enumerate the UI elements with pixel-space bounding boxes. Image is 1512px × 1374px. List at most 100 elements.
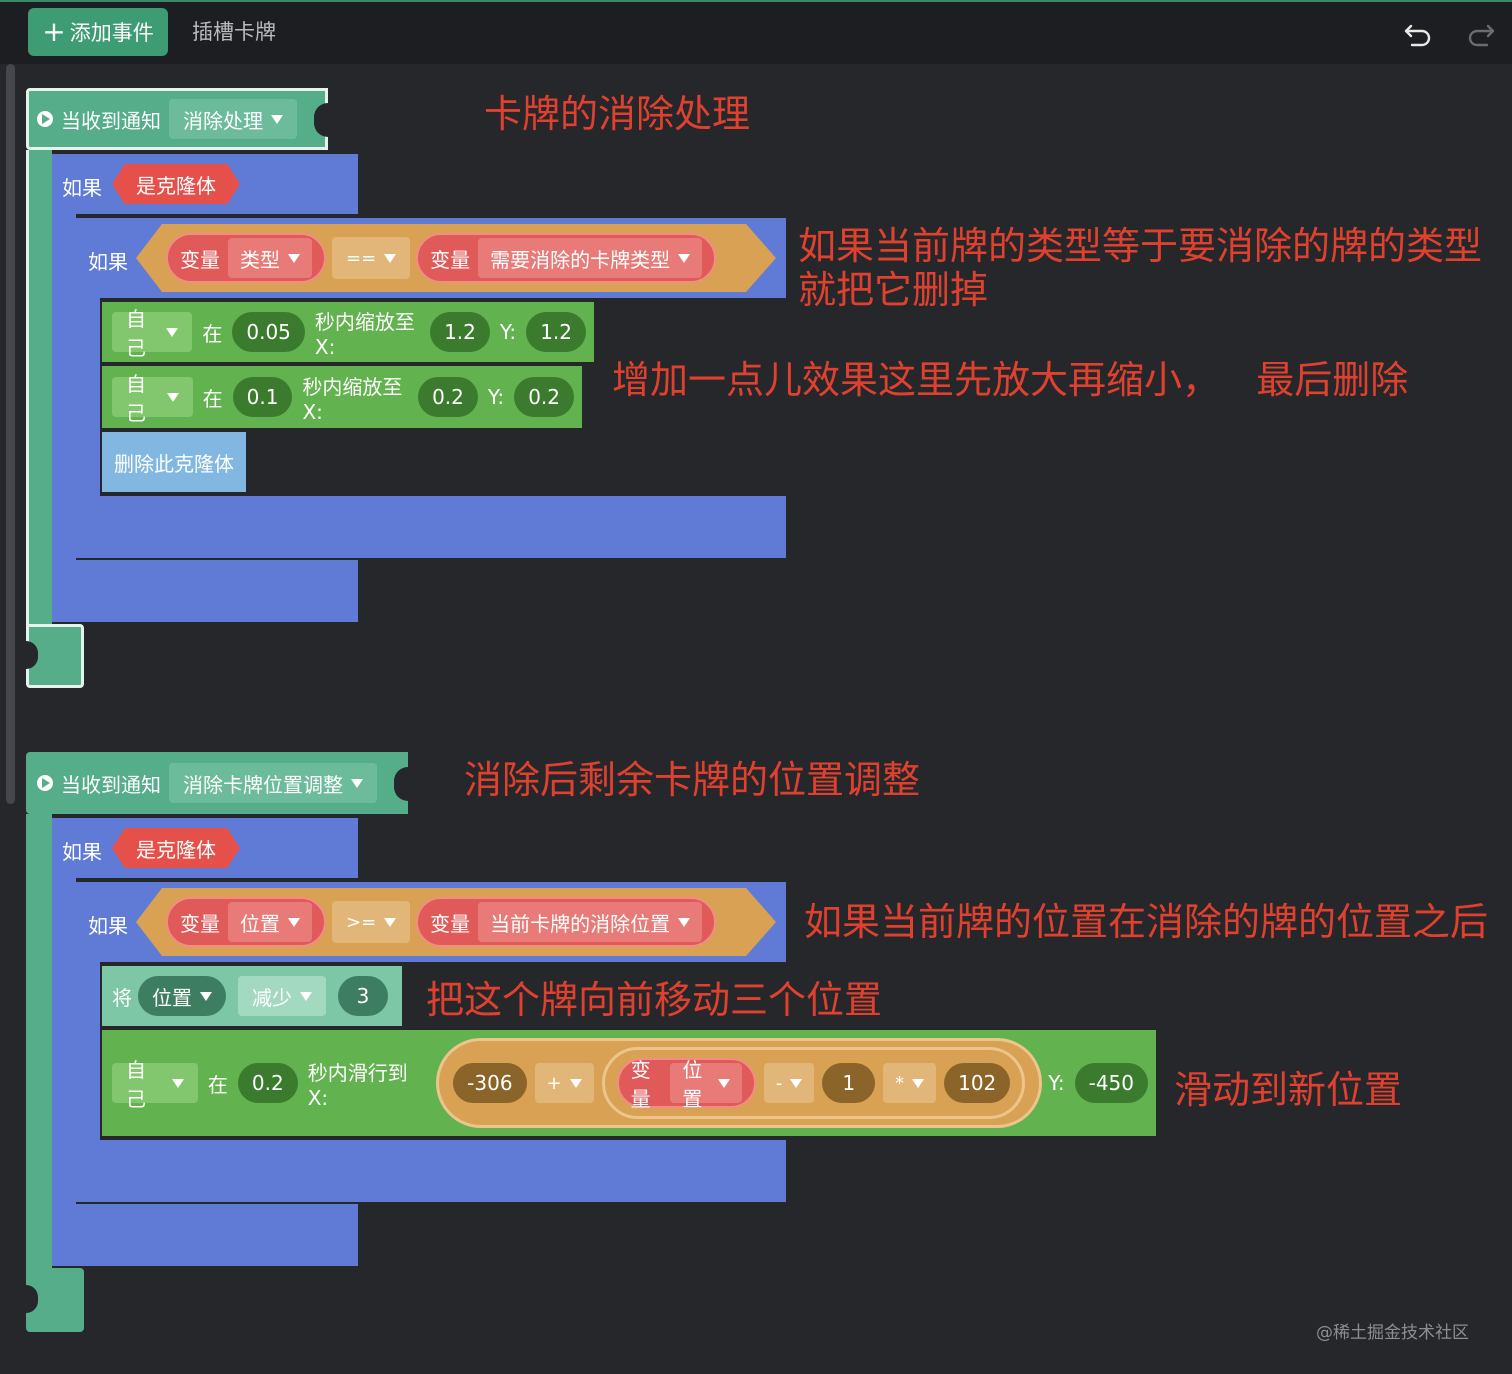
scale-block-1[interactable]: 自己 在 0.05 秒内缩放至X: 1.2 Y: 1.2 bbox=[102, 302, 594, 362]
target-value: 自己 bbox=[126, 372, 146, 425]
glide-block[interactable]: 自己 在 0.2 秒内滑行到 X: -306 + 变量 位置 - 1 * 102… bbox=[102, 1030, 1156, 1136]
event-hat-block-2[interactable]: 当收到通知 消除卡牌位置调整 bbox=[26, 752, 408, 814]
target-value: 自己 bbox=[126, 307, 146, 360]
plus-icon: + bbox=[42, 15, 66, 48]
in-label: 在 bbox=[207, 1072, 228, 1097]
undo-icon[interactable] bbox=[1402, 16, 1434, 48]
glide-label: 秒内滑行到 X: bbox=[307, 1060, 408, 1110]
is-clone-condition[interactable]: 是克隆体 bbox=[112, 828, 240, 868]
dropdown-arrow-icon bbox=[351, 778, 363, 788]
variable-dropdown[interactable]: 类型 bbox=[228, 238, 312, 278]
if-label: 如果 bbox=[88, 250, 128, 274]
if-inner-footer-2 bbox=[76, 1140, 786, 1202]
target-dropdown[interactable]: 自己 bbox=[112, 1058, 198, 1111]
scale-y-input[interactable]: 0.2 bbox=[514, 377, 574, 417]
if-block-inner-2[interactable]: 如果 变量 位置 >= 变量 当前卡牌的消除位置 bbox=[76, 882, 786, 962]
operator-dropdown[interactable]: == bbox=[332, 237, 410, 279]
hat-label: 当收到通知 bbox=[61, 772, 161, 797]
scale-x-input[interactable]: 0.2 bbox=[418, 377, 478, 417]
compare-condition[interactable]: 变量 类型 == 变量 需要消除的卡牌类型 bbox=[136, 224, 776, 292]
if-outer-rail-1 bbox=[52, 214, 76, 560]
workspace-scrollbar[interactable] bbox=[6, 64, 15, 804]
operator-dropdown[interactable]: >= bbox=[332, 901, 410, 943]
event-rail-2 bbox=[26, 814, 52, 1270]
event-cap-2 bbox=[26, 1268, 84, 1332]
change-amount-input[interactable]: 3 bbox=[338, 976, 388, 1016]
variable-name: 位置 bbox=[240, 911, 280, 936]
variable-label: 变量 bbox=[430, 247, 471, 272]
if-block-outer-2[interactable]: 如果 是克隆体 bbox=[52, 818, 358, 878]
times-value-input[interactable]: 102 bbox=[944, 1063, 1011, 1103]
scale-label: 秒内缩放至X: bbox=[314, 309, 415, 359]
variable-reporter[interactable]: 变量 类型 bbox=[166, 233, 326, 283]
variable-name: 当前卡牌的消除位置 bbox=[490, 911, 671, 936]
redo-icon[interactable] bbox=[1465, 16, 1497, 48]
notification-dropdown[interactable]: 消除卡牌位置调整 bbox=[169, 763, 377, 803]
plus-operator-dropdown[interactable]: + bbox=[534, 1063, 594, 1103]
event-hat-block-1[interactable]: 当收到通知 消除处理 bbox=[26, 88, 328, 150]
times-operator-dropdown[interactable]: * bbox=[883, 1063, 937, 1103]
change-op-dropdown[interactable]: 减少 bbox=[238, 976, 326, 1016]
play-icon bbox=[37, 775, 53, 791]
if-label: 如果 bbox=[62, 176, 102, 200]
compare-condition[interactable]: 变量 位置 >= 变量 当前卡牌的消除位置 bbox=[136, 888, 776, 956]
hat-notch bbox=[314, 103, 328, 137]
glide-y-input[interactable]: -450 bbox=[1074, 1063, 1148, 1103]
watermark: @稀土掘金技术社区 bbox=[1316, 1323, 1469, 1343]
dropdown-arrow-icon bbox=[569, 1078, 582, 1088]
dropdown-arrow-icon bbox=[171, 1078, 184, 1088]
variable-label: 变量 bbox=[430, 911, 471, 936]
if-label: 如果 bbox=[62, 840, 102, 864]
scale-x-input[interactable]: 1.2 bbox=[430, 312, 490, 352]
variable-label: 变量 bbox=[630, 1058, 651, 1111]
minus-value-input[interactable]: 1 bbox=[822, 1063, 876, 1103]
annotation-position-adjust: 消除后剩余卡牌的位置调整 bbox=[464, 758, 921, 802]
x-base-input[interactable]: -306 bbox=[453, 1063, 527, 1103]
variable-reporter[interactable]: 变量 位置 bbox=[616, 1058, 756, 1111]
if-block-outer-1[interactable]: 如果 是克隆体 bbox=[52, 154, 358, 214]
time-input[interactable]: 0.05 bbox=[232, 312, 305, 352]
annotation-type-match: 如果当前牌的类型等于要消除的牌的类型 bbox=[798, 224, 1483, 268]
tab-slot-card[interactable]: 插槽卡牌 bbox=[192, 16, 276, 46]
variable-reporter[interactable]: 变量 需要消除的卡牌类型 bbox=[416, 233, 716, 283]
is-clone-label: 是克隆体 bbox=[136, 173, 216, 198]
time-input[interactable]: 0.2 bbox=[237, 1063, 298, 1103]
change-variable-block[interactable]: 将 位置 减少 3 bbox=[102, 966, 402, 1026]
annotation-move-forward: 把这个牌向前移动三个位置 bbox=[426, 978, 883, 1022]
scale-block-2[interactable]: 自己 在 0.1 秒内缩放至X: 0.2 Y: 0.2 bbox=[102, 366, 582, 428]
event-cap-1 bbox=[26, 624, 84, 688]
add-event-button[interactable]: + 添加事件 bbox=[28, 8, 168, 56]
in-label: 在 bbox=[202, 321, 223, 346]
is-clone-condition[interactable]: 是克隆体 bbox=[112, 164, 240, 204]
dropdown-arrow-icon bbox=[384, 254, 396, 263]
dropdown-arrow-icon bbox=[790, 1078, 803, 1088]
hat-notch bbox=[394, 767, 408, 801]
variable-name: 位置 bbox=[152, 985, 192, 1010]
operator-value: == bbox=[346, 247, 377, 269]
variable-dropdown[interactable]: 需要消除的卡牌类型 bbox=[478, 238, 702, 278]
operator-value: >= bbox=[346, 911, 377, 933]
variable-dropdown[interactable]: 位置 bbox=[228, 902, 312, 942]
if-outer-rail-2 bbox=[52, 878, 76, 1204]
variable-reporter[interactable]: 变量 位置 bbox=[166, 897, 326, 947]
variable-dropdown[interactable]: 位置 bbox=[670, 1058, 742, 1111]
is-clone-label: 是克隆体 bbox=[136, 837, 216, 862]
variable-reporter[interactable]: 变量 当前卡牌的消除位置 bbox=[416, 897, 716, 947]
dropdown-arrow-icon bbox=[200, 991, 212, 1001]
y-label: Y: bbox=[487, 385, 505, 409]
cap-notch bbox=[26, 1285, 38, 1313]
variable-dropdown[interactable]: 当前卡牌的消除位置 bbox=[478, 902, 702, 942]
target-dropdown[interactable]: 自己 bbox=[112, 307, 193, 360]
minus-operator-dropdown[interactable]: - bbox=[763, 1063, 815, 1103]
if-block-inner-1[interactable]: 如果 变量 类型 == 变量 需要消除的卡牌类型 bbox=[76, 218, 786, 298]
event-rail-1 bbox=[26, 150, 52, 626]
delete-clone-block[interactable]: 删除此克隆体 bbox=[102, 432, 246, 492]
variable-dropdown[interactable]: 位置 bbox=[138, 976, 226, 1016]
scale-y-input[interactable]: 1.2 bbox=[526, 312, 586, 352]
time-input[interactable]: 0.1 bbox=[232, 377, 293, 417]
math-times-reporter[interactable]: 变量 位置 - 1 * 102 bbox=[601, 1047, 1026, 1119]
target-dropdown[interactable]: 自己 bbox=[112, 372, 193, 425]
math-plus-reporter[interactable]: -306 + 变量 位置 - 1 * 102 bbox=[436, 1038, 1043, 1128]
notification-dropdown[interactable]: 消除处理 bbox=[169, 99, 297, 139]
variable-label: 变量 bbox=[180, 911, 220, 936]
